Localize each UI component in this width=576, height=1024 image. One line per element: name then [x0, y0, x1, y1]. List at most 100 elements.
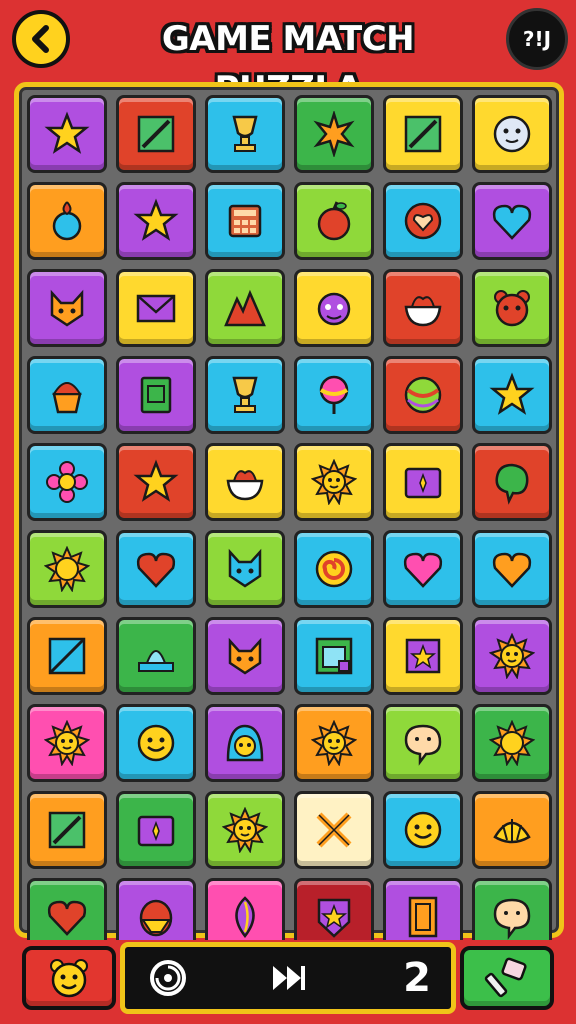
game-tile[interactable] [294, 617, 374, 695]
door-icon [400, 894, 446, 940]
sun-face-icon [44, 720, 90, 766]
game-tile[interactable] [116, 443, 196, 521]
fox-face-icon [44, 285, 90, 331]
game-tile[interactable] [205, 704, 285, 782]
game-tile[interactable] [472, 356, 552, 434]
game-tile[interactable] [472, 530, 552, 608]
game-tile[interactable] [472, 269, 552, 347]
game-tile[interactable] [383, 530, 463, 608]
star-icon [133, 459, 179, 505]
cross-icon [311, 807, 357, 853]
game-tile[interactable] [116, 269, 196, 347]
clock-face-icon [489, 111, 535, 157]
pencil-icon [44, 807, 90, 853]
game-tile[interactable] [205, 269, 285, 347]
game-tile[interactable] [294, 356, 374, 434]
game-tile[interactable] [294, 443, 374, 521]
card-icon [400, 459, 446, 505]
game-tile[interactable] [27, 530, 107, 608]
game-tile[interactable] [472, 443, 552, 521]
spin-button[interactable] [145, 955, 191, 1001]
star-icon [133, 198, 179, 244]
starburst-icon [311, 111, 357, 157]
mountain-icon [222, 285, 268, 331]
game-tile[interactable] [116, 356, 196, 434]
game-tile[interactable] [383, 617, 463, 695]
game-tile[interactable] [383, 443, 463, 521]
game-tile[interactable] [472, 182, 552, 260]
game-tile[interactable] [383, 791, 463, 869]
game-tile[interactable] [116, 704, 196, 782]
game-tile[interactable] [383, 182, 463, 260]
bottom-bar: 2 [0, 940, 576, 1024]
bear-face-icon [489, 285, 535, 331]
game-tile[interactable] [294, 182, 374, 260]
game-tile[interactable] [205, 617, 285, 695]
smile-icon [400, 807, 446, 853]
game-tile[interactable] [27, 182, 107, 260]
right-powerup-button[interactable] [460, 946, 554, 1010]
game-tile[interactable] [472, 95, 552, 173]
header: GAME MATCH PUZZLA ?!J [0, 0, 576, 109]
bowl-icon [400, 285, 446, 331]
game-tile[interactable] [205, 95, 285, 173]
game-tile[interactable] [27, 356, 107, 434]
game-tile[interactable] [294, 791, 374, 869]
book-icon [133, 372, 179, 418]
sun-face-icon [222, 807, 268, 853]
shield-icon [311, 894, 357, 940]
info-badge[interactable]: ?!J [506, 8, 568, 70]
card-icon [133, 807, 179, 853]
game-tile[interactable] [116, 530, 196, 608]
sun-icon [489, 720, 535, 766]
fast-forward-icon [273, 966, 305, 990]
game-tile[interactable] [472, 617, 552, 695]
tile-grid [19, 87, 559, 956]
game-tile[interactable] [383, 356, 463, 434]
game-tile[interactable] [116, 182, 196, 260]
game-tile[interactable] [27, 617, 107, 695]
game-tile[interactable] [294, 269, 374, 347]
trophy-icon [222, 372, 268, 418]
fox-face-icon [222, 633, 268, 679]
pencil-icon [400, 111, 446, 157]
game-tile[interactable] [27, 704, 107, 782]
bowl-icon [222, 459, 268, 505]
game-tile[interactable] [116, 617, 196, 695]
move-counter: 2 [403, 955, 431, 1001]
game-tile[interactable] [27, 95, 107, 173]
game-tile[interactable] [383, 704, 463, 782]
swirl-icon [311, 546, 357, 592]
game-tile[interactable] [472, 791, 552, 869]
egg-face-icon [133, 894, 179, 940]
game-tile[interactable] [27, 443, 107, 521]
game-tile[interactable] [383, 95, 463, 173]
game-tile[interactable] [27, 269, 107, 347]
back-button[interactable] [12, 10, 70, 68]
calculator-icon [222, 198, 268, 244]
cat-face-icon [222, 546, 268, 592]
heart-icon [489, 198, 535, 244]
game-tile[interactable] [205, 791, 285, 869]
hammer-icon [484, 957, 527, 998]
potion-icon [44, 198, 90, 244]
game-tile[interactable] [205, 530, 285, 608]
game-tile[interactable] [205, 443, 285, 521]
skip-button[interactable] [267, 957, 311, 999]
envelope-icon [133, 285, 179, 331]
game-tile[interactable] [116, 791, 196, 869]
left-powerup-button[interactable] [22, 946, 116, 1010]
game-tile[interactable] [294, 95, 374, 173]
pencil-icon [133, 111, 179, 157]
game-tile[interactable] [116, 95, 196, 173]
game-tile[interactable] [383, 269, 463, 347]
blob-icon [489, 459, 535, 505]
game-tile[interactable] [205, 356, 285, 434]
game-tile[interactable] [27, 791, 107, 869]
game-tile[interactable] [294, 704, 374, 782]
lollipop-icon [311, 372, 357, 418]
game-tile[interactable] [205, 182, 285, 260]
fountain-icon [133, 633, 179, 679]
game-tile[interactable] [472, 704, 552, 782]
game-tile[interactable] [294, 530, 374, 608]
